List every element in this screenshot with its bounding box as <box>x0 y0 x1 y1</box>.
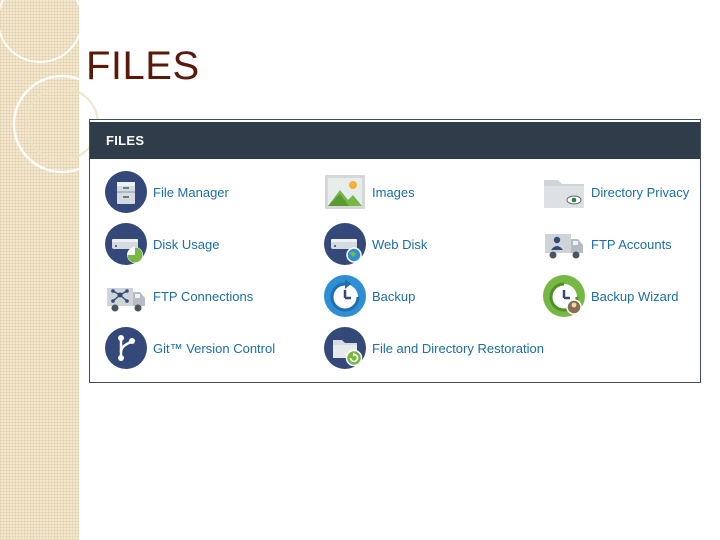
ftp-connections-link[interactable]: FTP Connections <box>104 273 253 319</box>
truck-user-icon <box>545 234 583 259</box>
backup-clock-icon <box>324 275 366 317</box>
disk-pie-icon <box>105 223 147 265</box>
panel-header-title: FILES <box>106 133 145 148</box>
ftp-accounts-link[interactable]: FTP Accounts <box>542 221 672 267</box>
directory-privacy-link[interactable]: Directory Privacy <box>542 169 689 215</box>
disk-globe-icon <box>324 223 366 265</box>
file-cabinet-icon <box>105 171 147 213</box>
folder-eye-icon <box>544 180 584 208</box>
files-panel: FILES File Manager Images Directory Priv… <box>89 119 701 383</box>
item-label: Backup <box>372 288 416 304</box>
picture-icon <box>325 175 365 209</box>
truck-network-icon <box>107 288 145 312</box>
item-label: File and Directory Restoration <box>372 340 544 356</box>
disk-usage-link[interactable]: Disk Usage <box>104 221 219 267</box>
panel-header: FILES <box>90 122 700 159</box>
item-label: Directory Privacy <box>591 184 690 200</box>
images-link[interactable]: Images <box>323 169 415 215</box>
file-directory-restoration-link[interactable]: File and Directory Restoration <box>323 325 544 371</box>
item-label: File Manager <box>153 184 229 200</box>
item-label: Web Disk <box>372 236 428 252</box>
item-label: FTP Accounts <box>591 236 672 252</box>
web-disk-link[interactable]: Web Disk <box>323 221 427 267</box>
git-version-control-link[interactable]: Git™ Version Control <box>104 325 275 371</box>
git-branch-icon <box>105 327 147 369</box>
item-label: Disk Usage <box>153 236 220 252</box>
folder-restore-icon <box>324 327 366 369</box>
item-label: Git™ Version Control <box>153 340 276 356</box>
item-label: Images <box>372 184 415 200</box>
file-manager-link[interactable]: File Manager <box>104 169 229 215</box>
slide-title: FILES <box>86 44 200 88</box>
backup-wizard-link[interactable]: Backup Wizard <box>542 273 678 319</box>
backup-wizard-icon <box>543 275 585 317</box>
item-label: FTP Connections <box>153 288 254 304</box>
item-label: Backup Wizard <box>591 288 679 304</box>
backup-link[interactable]: Backup <box>323 273 415 319</box>
